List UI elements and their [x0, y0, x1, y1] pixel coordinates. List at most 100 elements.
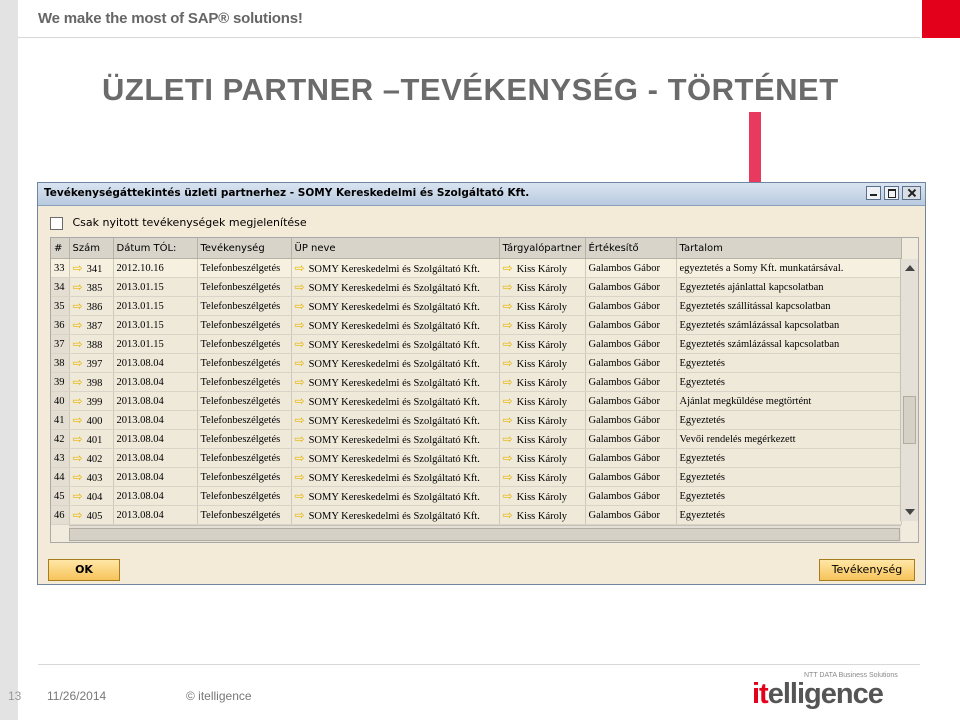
link-arrow-icon[interactable]: ⇨ [73, 432, 83, 446]
cell-datum[interactable]: 2013.08.04 [113, 410, 198, 430]
maximize-icon[interactable] [884, 186, 899, 200]
vertical-scrollbar[interactable] [900, 259, 918, 521]
cell-tev[interactable]: Telefonbeszélgetés [197, 315, 292, 335]
cell-partner[interactable]: ⇨ Kiss Károly [499, 391, 586, 411]
cell-ert[interactable]: Galambos Gábor [585, 505, 677, 525]
cell-tartalom[interactable]: Egyeztetés [676, 353, 902, 373]
link-arrow-icon[interactable]: ⇨ [503, 470, 513, 484]
link-arrow-icon[interactable]: ⇨ [295, 356, 305, 370]
link-arrow-icon[interactable]: ⇨ [503, 375, 513, 389]
col-header-tartalom[interactable]: Tartalom [676, 238, 902, 259]
cell-tev[interactable]: Telefonbeszélgetés [197, 296, 292, 316]
table-row[interactable]: 46 ⇨ 405 2013.08.04 Telefonbeszélgetés ⇨ SOMY … [51, 505, 902, 525]
scroll-down-icon[interactable] [905, 509, 915, 515]
cell-szam[interactable]: ⇨ 403 [69, 467, 114, 487]
table-row[interactable]: 42 ⇨ 401 2013.08.04 Telefonbeszélgetés ⇨ SOMY … [51, 429, 902, 449]
cell-up[interactable]: ⇨ SOMY Kereskedelmi és Szolgáltató Kft. [291, 334, 500, 354]
cell-tev[interactable]: Telefonbeszélgetés [197, 334, 292, 354]
cell-datum[interactable]: 2013.01.15 [113, 296, 198, 316]
link-arrow-icon[interactable]: ⇨ [295, 261, 305, 275]
cell-szam[interactable]: ⇨ 341 [69, 258, 114, 278]
cell-up[interactable]: ⇨ SOMY Kereskedelmi és Szolgáltató Kft. [291, 277, 500, 297]
cell-datum[interactable]: 2013.08.04 [113, 372, 198, 392]
cell-up[interactable]: ⇨ SOMY Kereskedelmi és Szolgáltató Kft. [291, 391, 500, 411]
cell-tev[interactable]: Telefonbeszélgetés [197, 467, 292, 487]
cell-up[interactable]: ⇨ SOMY Kereskedelmi és Szolgáltató Kft. [291, 486, 500, 506]
cell-ert[interactable]: Galambos Gábor [585, 258, 677, 278]
cell-szam[interactable]: ⇨ 405 [69, 505, 114, 525]
cell-up[interactable]: ⇨ SOMY Kereskedelmi és Szolgáltató Kft. [291, 353, 500, 373]
cell-ert[interactable]: Galambos Gábor [585, 334, 677, 354]
cell-tev[interactable]: Telefonbeszélgetés [197, 486, 292, 506]
cell-tev[interactable]: Telefonbeszélgetés [197, 505, 292, 525]
cell-datum[interactable]: 2013.08.04 [113, 429, 198, 449]
cell-n[interactable]: 44 [51, 467, 70, 487]
col-header-ertekesito[interactable]: Értékesítő [585, 238, 677, 259]
cell-partner[interactable]: ⇨ Kiss Károly [499, 334, 586, 354]
cell-datum[interactable]: 2012.10.16 [113, 258, 198, 278]
cell-partner[interactable]: ⇨ Kiss Károly [499, 429, 586, 449]
cell-tartalom[interactable]: Egyeztetés szállítással kapcsolatban [676, 296, 902, 316]
cell-n[interactable]: 35 [51, 296, 70, 316]
link-arrow-icon[interactable]: ⇨ [503, 337, 513, 351]
link-arrow-icon[interactable]: ⇨ [295, 470, 305, 484]
cell-up[interactable]: ⇨ SOMY Kereskedelmi és Szolgáltató Kft. [291, 372, 500, 392]
table-row[interactable]: 40 ⇨ 399 2013.08.04 Telefonbeszélgetés ⇨ SOMY … [51, 391, 902, 411]
cell-tartalom[interactable]: Egyeztetés számlázással kapcsolatban [676, 315, 902, 335]
cell-ert[interactable]: Galambos Gábor [585, 391, 677, 411]
cell-tartalom[interactable]: Vevői rendelés megérkezett [676, 429, 902, 449]
cell-ert[interactable]: Galambos Gábor [585, 372, 677, 392]
cell-n[interactable]: 34 [51, 277, 70, 297]
table-row[interactable]: 43 ⇨ 402 2013.08.04 Telefonbeszélgetés ⇨ SOMY … [51, 448, 902, 468]
cell-szam[interactable]: ⇨ 397 [69, 353, 114, 373]
link-arrow-icon[interactable]: ⇨ [73, 375, 83, 389]
cell-ert[interactable]: Galambos Gábor [585, 486, 677, 506]
cell-ert[interactable]: Galambos Gábor [585, 353, 677, 373]
cell-n[interactable]: 46 [51, 505, 70, 525]
table-row[interactable]: 38 ⇨ 397 2013.08.04 Telefonbeszélgetés ⇨ SOMY … [51, 353, 902, 373]
cell-szam[interactable]: ⇨ 398 [69, 372, 114, 392]
minimize-icon[interactable] [866, 186, 881, 200]
link-arrow-icon[interactable]: ⇨ [503, 451, 513, 465]
cell-ert[interactable]: Galambos Gábor [585, 277, 677, 297]
cell-up[interactable]: ⇨ SOMY Kereskedelmi és Szolgáltató Kft. [291, 410, 500, 430]
cell-up[interactable]: ⇨ SOMY Kereskedelmi és Szolgáltató Kft. [291, 315, 500, 335]
cell-tartalom[interactable]: Egyeztetés ajánlattal kapcsolatban [676, 277, 902, 297]
cell-tartalom[interactable]: Egyeztetés [676, 410, 902, 430]
cell-partner[interactable]: ⇨ Kiss Károly [499, 296, 586, 316]
cell-szam[interactable]: ⇨ 387 [69, 315, 114, 335]
link-arrow-icon[interactable]: ⇨ [295, 394, 305, 408]
cell-tartalom[interactable]: Egyeztetés [676, 372, 902, 392]
cell-datum[interactable]: 2013.08.04 [113, 505, 198, 525]
link-arrow-icon[interactable]: ⇨ [295, 375, 305, 389]
table-row[interactable]: 39 ⇨ 398 2013.08.04 Telefonbeszélgetés ⇨ SOMY … [51, 372, 902, 392]
ok-button[interactable]: OK [48, 559, 120, 581]
link-arrow-icon[interactable]: ⇨ [503, 394, 513, 408]
link-arrow-icon[interactable]: ⇨ [73, 489, 83, 503]
cell-n[interactable]: 40 [51, 391, 70, 411]
cell-tartalom[interactable]: Egyeztetés [676, 505, 902, 525]
table-row[interactable]: 34 ⇨ 385 2013.01.15 Telefonbeszélgetés ⇨ SOMY … [51, 277, 902, 297]
cell-n[interactable]: 43 [51, 448, 70, 468]
horizontal-scrollbar[interactable] [69, 525, 901, 542]
table-row[interactable]: 37 ⇨ 388 2013.01.15 Telefonbeszélgetés ⇨ SOMY … [51, 334, 902, 354]
cell-ert[interactable]: Galambos Gábor [585, 467, 677, 487]
link-arrow-icon[interactable]: ⇨ [503, 261, 513, 275]
link-arrow-icon[interactable]: ⇨ [73, 413, 83, 427]
cell-datum[interactable]: 2013.08.04 [113, 486, 198, 506]
col-header-targyalopartner[interactable]: Tárgyalópartner [499, 238, 586, 259]
cell-partner[interactable]: ⇨ Kiss Károly [499, 258, 586, 278]
cell-szam[interactable]: ⇨ 399 [69, 391, 114, 411]
link-arrow-icon[interactable]: ⇨ [503, 489, 513, 503]
link-arrow-icon[interactable]: ⇨ [503, 299, 513, 313]
link-arrow-icon[interactable]: ⇨ [503, 432, 513, 446]
cell-tev[interactable]: Telefonbeszélgetés [197, 391, 292, 411]
link-arrow-icon[interactable]: ⇨ [295, 432, 305, 446]
cell-tartalom[interactable]: Ajánlat megküldése megtörtént [676, 391, 902, 411]
cell-partner[interactable]: ⇨ Kiss Károly [499, 315, 586, 335]
cell-partner[interactable]: ⇨ Kiss Károly [499, 486, 586, 506]
cell-tartalom[interactable]: Egyeztetés [676, 448, 902, 468]
cell-ert[interactable]: Galambos Gábor [585, 448, 677, 468]
link-arrow-icon[interactable]: ⇨ [295, 489, 305, 503]
cell-n[interactable]: 45 [51, 486, 70, 506]
